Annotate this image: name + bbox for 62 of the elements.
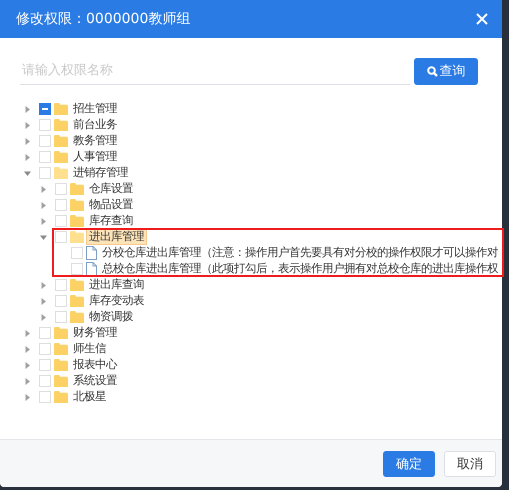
tree-item[interactable]: 物品设置: [86, 197, 136, 213]
tree-item[interactable]: 财务管理: [70, 325, 120, 341]
dialog-title: 修改权限：0000000教师组: [16, 10, 190, 28]
expand-arrow-icon[interactable]: [24, 394, 31, 400]
expand-arrow-icon[interactable]: [24, 122, 31, 128]
expand-arrow-icon[interactable]: [24, 362, 31, 368]
expand-arrow-icon[interactable]: [40, 218, 47, 224]
expand-arrow-icon[interactable]: [24, 330, 31, 336]
search-icon: [426, 66, 438, 76]
document-icon: [86, 246, 97, 260]
folder-icon: [70, 183, 84, 195]
tree-item[interactable]: 人事管理: [70, 149, 120, 165]
collapse-arrow-icon[interactable]: [40, 234, 47, 240]
folder-icon: [70, 199, 84, 211]
cancel-button[interactable]: 取消: [444, 450, 496, 476]
tree-item[interactable]: 师生信: [70, 341, 109, 357]
tree-item[interactable]: 教务管理: [70, 133, 120, 149]
tree-item[interactable]: 总校仓库进出库管理（此项打勾后，表示操作用户拥有对总校仓库的进出库操作权: [99, 261, 501, 277]
folder-icon: [54, 327, 68, 339]
expand-arrow-icon[interactable]: [40, 314, 47, 320]
tree-item[interactable]: 库存变动表: [86, 293, 147, 309]
expand-arrow-icon[interactable]: [24, 378, 31, 384]
folder-icon: [54, 119, 68, 131]
expand-arrow-icon[interactable]: [40, 186, 47, 192]
expand-arrow-icon[interactable]: [24, 346, 31, 352]
search-button[interactable]: 查询: [414, 58, 478, 84]
folder-icon: [70, 295, 84, 307]
confirm-button[interactable]: 确定: [383, 450, 435, 476]
folder-icon: [70, 215, 84, 227]
folder-icon: [54, 375, 68, 387]
tree-item[interactable]: 报表中心: [70, 357, 120, 373]
expand-arrow-icon[interactable]: [40, 202, 47, 208]
folder-icon: [54, 135, 68, 147]
tree-item[interactable]: 进出库管理: [86, 229, 147, 245]
expand-arrow-icon[interactable]: [40, 298, 47, 304]
folder-icon: [70, 231, 84, 243]
tree-item[interactable]: 进出库查询: [86, 277, 147, 293]
folder-icon: [70, 279, 84, 291]
tree-item[interactable]: 北极星: [70, 389, 109, 405]
close-icon[interactable]: [476, 13, 488, 25]
tree-item[interactable]: 分校仓库进出库管理（注意：操作用户首先要具有对分校的操作权限才可以操作对: [99, 245, 501, 261]
expand-arrow-icon[interactable]: [24, 106, 31, 112]
collapse-arrow-icon[interactable]: [24, 170, 31, 176]
folder-icon: [54, 167, 68, 179]
expand-arrow-icon[interactable]: [40, 282, 47, 288]
checkbox[interactable]: [39, 103, 51, 115]
folder-icon: [54, 343, 68, 355]
tree-item[interactable]: 库存查询: [86, 213, 136, 229]
tree-item[interactable]: 系统设置: [70, 373, 120, 389]
document-icon: [86, 262, 97, 276]
tree-item[interactable]: 物资调拨: [86, 309, 136, 325]
tree-item[interactable]: 进销存管理: [70, 165, 131, 181]
folder-icon: [54, 103, 68, 115]
tree-item[interactable]: 前台业务: [70, 117, 120, 133]
expand-arrow-icon[interactable]: [24, 154, 31, 160]
folder-icon: [54, 151, 68, 163]
folder-icon: [54, 391, 68, 403]
tree-item[interactable]: 招生管理: [70, 101, 120, 117]
tree-item[interactable]: 仓库设置: [86, 181, 136, 197]
folder-icon: [54, 359, 68, 371]
folder-icon: [70, 311, 84, 323]
expand-arrow-icon[interactable]: [24, 138, 31, 144]
